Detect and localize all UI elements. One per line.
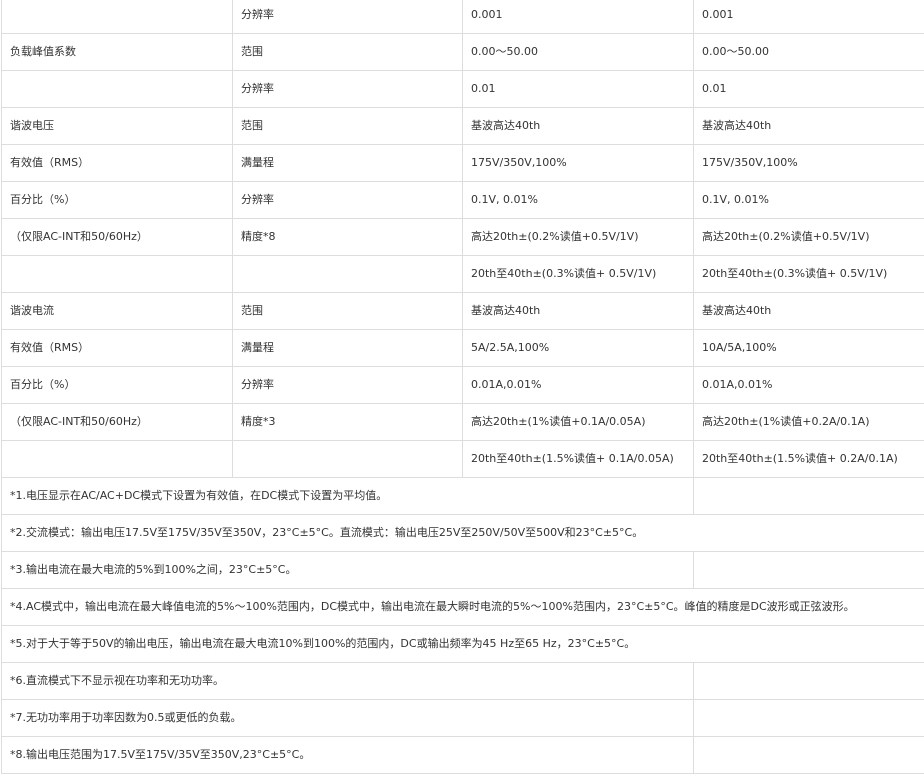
spec-row: 百分比（%） 分辨率 0.01A,0.01% 0.01A,0.01% <box>1 366 924 404</box>
footnote-row: *7.无功功率用于功率因数为0.5或更低的负载。 <box>1 699 924 737</box>
model-b-value-cell: 0.01A,0.01% <box>693 366 924 404</box>
param-label-cell <box>1 255 233 293</box>
model-a-value-cell: 175V/350V,100% <box>462 144 694 182</box>
param-label-cell: 谐波电压 <box>1 107 233 145</box>
model-a-value-cell: 0.1V, 0.01% <box>462 181 694 219</box>
param-label-cell: （仅限AC-INT和50/60Hz） <box>1 403 233 441</box>
spec-row: 20th至40th±(1.5%读值+ 0.1A/0.05A) 20th至40th±… <box>1 440 924 478</box>
model-b-value-cell: 175V/350V,100% <box>693 144 924 182</box>
param-label-cell: 有效值（RMS） <box>1 329 233 367</box>
param-label-cell <box>1 70 233 108</box>
attribute-cell: 范围 <box>232 292 463 330</box>
footnote-text: *4.AC模式中，输出电流在最大峰值电流的5%～100%范围内，DC模式中，输出… <box>1 588 924 626</box>
model-a-value-cell: 基波高达40th <box>462 292 694 330</box>
attribute-cell: 满量程 <box>232 329 463 367</box>
attribute-cell: 分辨率 <box>232 70 463 108</box>
model-a-value-cell: 高达20th±(0.2%读值+0.5V/1V) <box>462 218 694 256</box>
spec-row: 分辨率 0.01 0.01 <box>1 70 924 108</box>
model-b-value-cell: 20th至40th±(1.5%读值+ 0.2A/0.1A) <box>693 440 924 478</box>
attribute-cell: 分辨率 <box>232 366 463 404</box>
footnote-text: *8.输出电压范围为17.5V至175V/35V至350V,23°C±5°C。 <box>1 736 694 774</box>
model-a-value-cell: 基波高达40th <box>462 107 694 145</box>
model-b-value-cell: 基波高达40th <box>693 292 924 330</box>
param-label-cell: 负载峰值系数 <box>1 33 233 71</box>
footnote-row: *3.输出电流在最大电流的5%到100%之间，23°C±5°C。 <box>1 551 924 589</box>
footnote-empty-cell <box>693 736 924 774</box>
model-a-value-cell: 0.00～50.00 <box>462 33 694 71</box>
footnote-empty-cell <box>693 662 924 700</box>
model-b-value-cell: 0.01 <box>693 70 924 108</box>
model-b-value-cell: 10A/5A,100% <box>693 329 924 367</box>
param-label-cell: 百分比（%） <box>1 366 233 404</box>
spec-row: 谐波电流 范围 基波高达40th 基波高达40th <box>1 292 924 330</box>
footnote-row: *8.输出电压范围为17.5V至175V/35V至350V,23°C±5°C。 <box>1 736 924 774</box>
footnote-text: *2.交流模式：输出电压17.5V至175V/35V至350V，23°C±5°C… <box>1 514 924 552</box>
attribute-cell <box>232 255 463 293</box>
footnote-row: *6.直流模式下不显示视在功率和无功功率。 <box>1 662 924 700</box>
spec-row: （仅限AC-INT和50/60Hz） 精度*3 高达20th±(1%读值+0.1A/… <box>1 403 924 441</box>
model-b-value-cell: 0.1V, 0.01% <box>693 181 924 219</box>
footnote-empty-cell <box>693 477 924 515</box>
model-b-value-cell: 基波高达40th <box>693 107 924 145</box>
model-a-value-cell: 5A/2.5A,100% <box>462 329 694 367</box>
model-b-value-cell: 0.001 <box>693 0 924 34</box>
model-b-value-cell: 0.00～50.00 <box>693 33 924 71</box>
attribute-cell: 范围 <box>232 107 463 145</box>
footnote-text: *5.对于大于等于50V的输出电压，输出电流在最大电流10%到100%的范围内，… <box>1 625 924 663</box>
spec-row: 谐波电压 范围 基波高达40th 基波高达40th <box>1 107 924 145</box>
attribute-cell: 范围 <box>232 33 463 71</box>
model-b-value-cell: 高达20th±(1%读值+0.2A/0.1A) <box>693 403 924 441</box>
footnote-empty-cell <box>693 551 924 589</box>
model-b-value-cell: 高达20th±(0.2%读值+0.5V/1V) <box>693 218 924 256</box>
param-label-cell: 有效值（RMS） <box>1 144 233 182</box>
spec-row: 分辨率 0.001 0.001 <box>1 0 924 34</box>
model-a-value-cell: 20th至40th±(0.3%读值+ 0.5V/1V) <box>462 255 694 293</box>
spec-row: （仅限AC-INT和50/60Hz） 精度*8 高达20th±(0.2%读值+0.5… <box>1 218 924 256</box>
footnote-text: *1.电压显示在AC/AC+DC模式下设置为有效值，在DC模式下设置为平均值。 <box>1 477 694 515</box>
spec-table-body: 分辨率 0.001 0.001 负载峰值系数 范围 0.00～50.00 0.00～50.0… <box>1 0 924 774</box>
footnote-row: *1.电压显示在AC/AC+DC模式下设置为有效值，在DC模式下设置为平均值。 <box>1 477 924 515</box>
param-label-cell <box>1 440 233 478</box>
footnote-empty-cell <box>693 699 924 737</box>
footnote-text: *7.无功功率用于功率因数为0.5或更低的负载。 <box>1 699 694 737</box>
footnote-row: *2.交流模式：输出电压17.5V至175V/35V至350V，23°C±5°C… <box>1 514 924 552</box>
spec-row: 负载峰值系数 范围 0.00～50.00 0.00～50.00 <box>1 33 924 71</box>
param-label-cell: 谐波电流 <box>1 292 233 330</box>
model-a-value-cell: 0.01A,0.01% <box>462 366 694 404</box>
spec-row: 有效值（RMS） 满量程 5A/2.5A,100% 10A/5A,100% <box>1 329 924 367</box>
footnote-text: *3.输出电流在最大电流的5%到100%之间，23°C±5°C。 <box>1 551 694 589</box>
spec-table: 分辨率 0.001 0.001 负载峰值系数 范围 0.00～50.00 0.00～50.0… <box>1 0 924 774</box>
model-a-value-cell: 20th至40th±(1.5%读值+ 0.1A/0.05A) <box>462 440 694 478</box>
attribute-cell: 精度*8 <box>232 218 463 256</box>
spec-row: 20th至40th±(0.3%读值+ 0.5V/1V) 20th至40th±(0.… <box>1 255 924 293</box>
attribute-cell: 精度*3 <box>232 403 463 441</box>
model-b-value-cell: 20th至40th±(0.3%读值+ 0.5V/1V) <box>693 255 924 293</box>
param-label-cell <box>1 0 233 34</box>
footnote-row: *4.AC模式中，输出电流在最大峰值电流的5%～100%范围内，DC模式中，输出… <box>1 588 924 626</box>
footnote-row: *5.对于大于等于50V的输出电压，输出电流在最大电流10%到100%的范围内，… <box>1 625 924 663</box>
attribute-cell <box>232 440 463 478</box>
attribute-cell: 满量程 <box>232 144 463 182</box>
model-a-value-cell: 0.001 <box>462 0 694 34</box>
param-label-cell: （仅限AC-INT和50/60Hz） <box>1 218 233 256</box>
footnote-text: *6.直流模式下不显示视在功率和无功功率。 <box>1 662 694 700</box>
attribute-cell: 分辨率 <box>232 181 463 219</box>
spec-row: 有效值（RMS） 满量程 175V/350V,100% 175V/350V,100% <box>1 144 924 182</box>
model-a-value-cell: 0.01 <box>462 70 694 108</box>
param-label-cell: 百分比（%） <box>1 181 233 219</box>
spec-row: 百分比（%） 分辨率 0.1V, 0.01% 0.1V, 0.01% <box>1 181 924 219</box>
attribute-cell: 分辨率 <box>232 0 463 34</box>
model-a-value-cell: 高达20th±(1%读值+0.1A/0.05A) <box>462 403 694 441</box>
